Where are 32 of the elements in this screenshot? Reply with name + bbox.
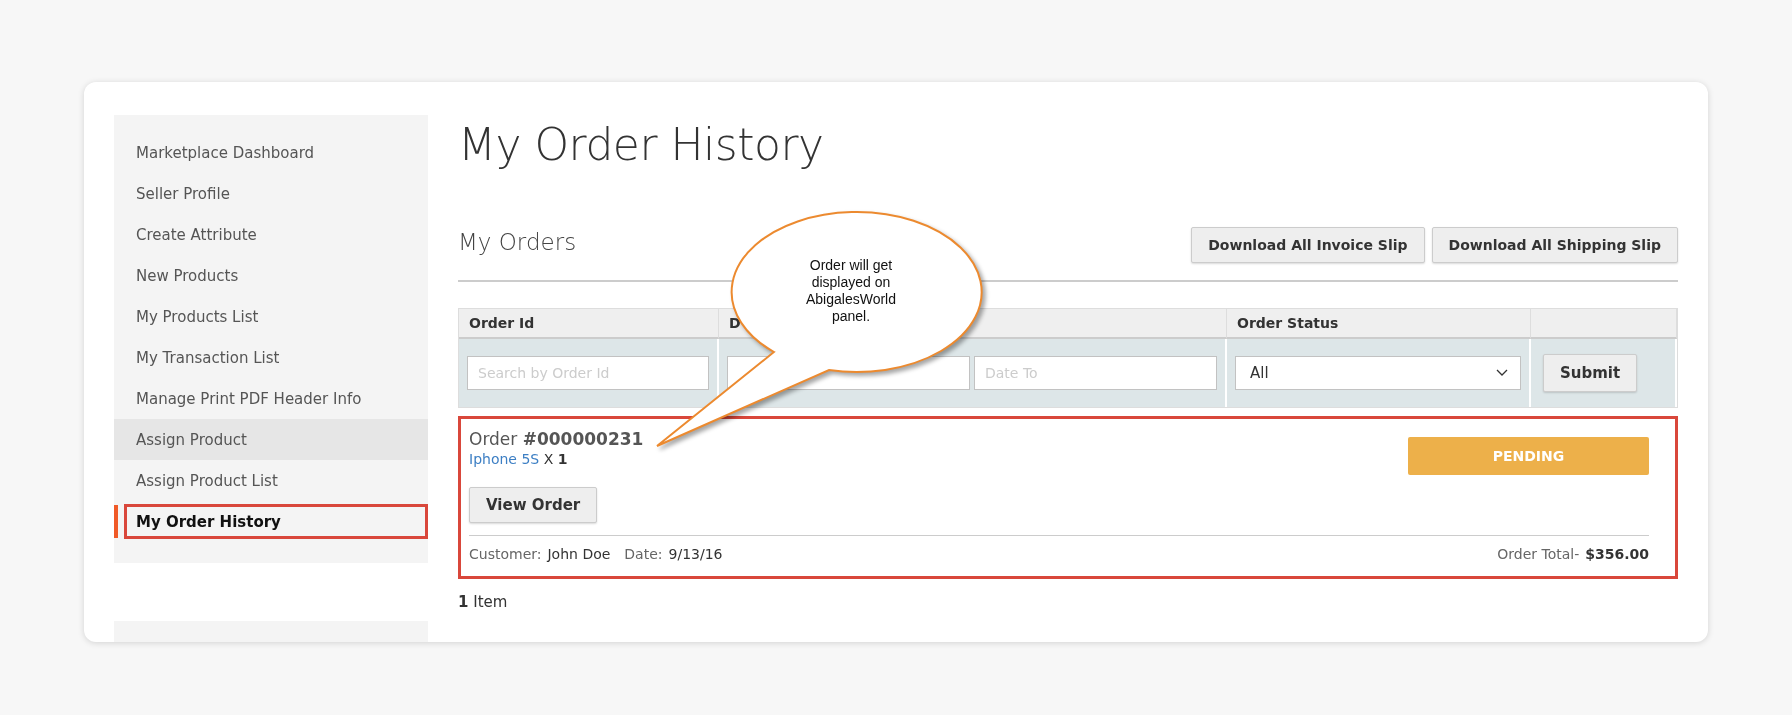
sidebar-item[interactable]: My Transaction List — [114, 337, 428, 378]
sidebar-item[interactable]: Create Attribute — [114, 214, 428, 255]
status-badge: PENDING — [1408, 437, 1649, 475]
date-label: Date: — [624, 546, 663, 562]
total-label: Order Total- — [1497, 546, 1580, 562]
product-link[interactable]: Iphone 5S — [469, 451, 540, 467]
sidebar-item[interactable]: New Products — [114, 255, 428, 296]
section-title: My Orders — [458, 229, 578, 255]
download-button[interactable]: Download All Invoice Slip — [1191, 227, 1425, 263]
order-total: $356.00 — [1585, 546, 1649, 562]
download-button[interactable]: Download All Shipping Slip — [1431, 227, 1678, 263]
sidebar-item[interactable]: Assign Product List — [114, 460, 428, 501]
column-header: Order Status — [1227, 309, 1531, 339]
sidebar-item[interactable]: My Order History — [114, 501, 428, 542]
submit-button[interactable]: Submit — [1543, 354, 1638, 392]
chevron-down-icon — [1496, 369, 1508, 377]
sidebar-item[interactable]: My Products List — [114, 296, 428, 337]
active-indicator — [114, 505, 118, 538]
order-date: 9/13/16 — [668, 546, 723, 562]
column-header: Order Id — [459, 309, 719, 339]
view-order-button[interactable]: View Order — [469, 487, 598, 523]
item-count: 1 Item — [458, 593, 509, 611]
page-title: My Order History — [458, 118, 825, 172]
order-number: Order #000000231 — [469, 429, 644, 449]
sidebar-item[interactable]: Marketplace Dashboard — [114, 132, 428, 173]
quantity: X 1 — [543, 451, 568, 467]
sidebar-item[interactable]: Manage Print PDF Header Info — [114, 378, 428, 419]
customer-name: John Doe — [547, 546, 611, 562]
status-select[interactable]: All — [1235, 356, 1521, 390]
customer-label: Customer: — [469, 546, 542, 562]
sidebar-item[interactable]: Assign Product — [114, 419, 428, 460]
sidebar-item[interactable]: Seller Profile — [114, 173, 428, 214]
